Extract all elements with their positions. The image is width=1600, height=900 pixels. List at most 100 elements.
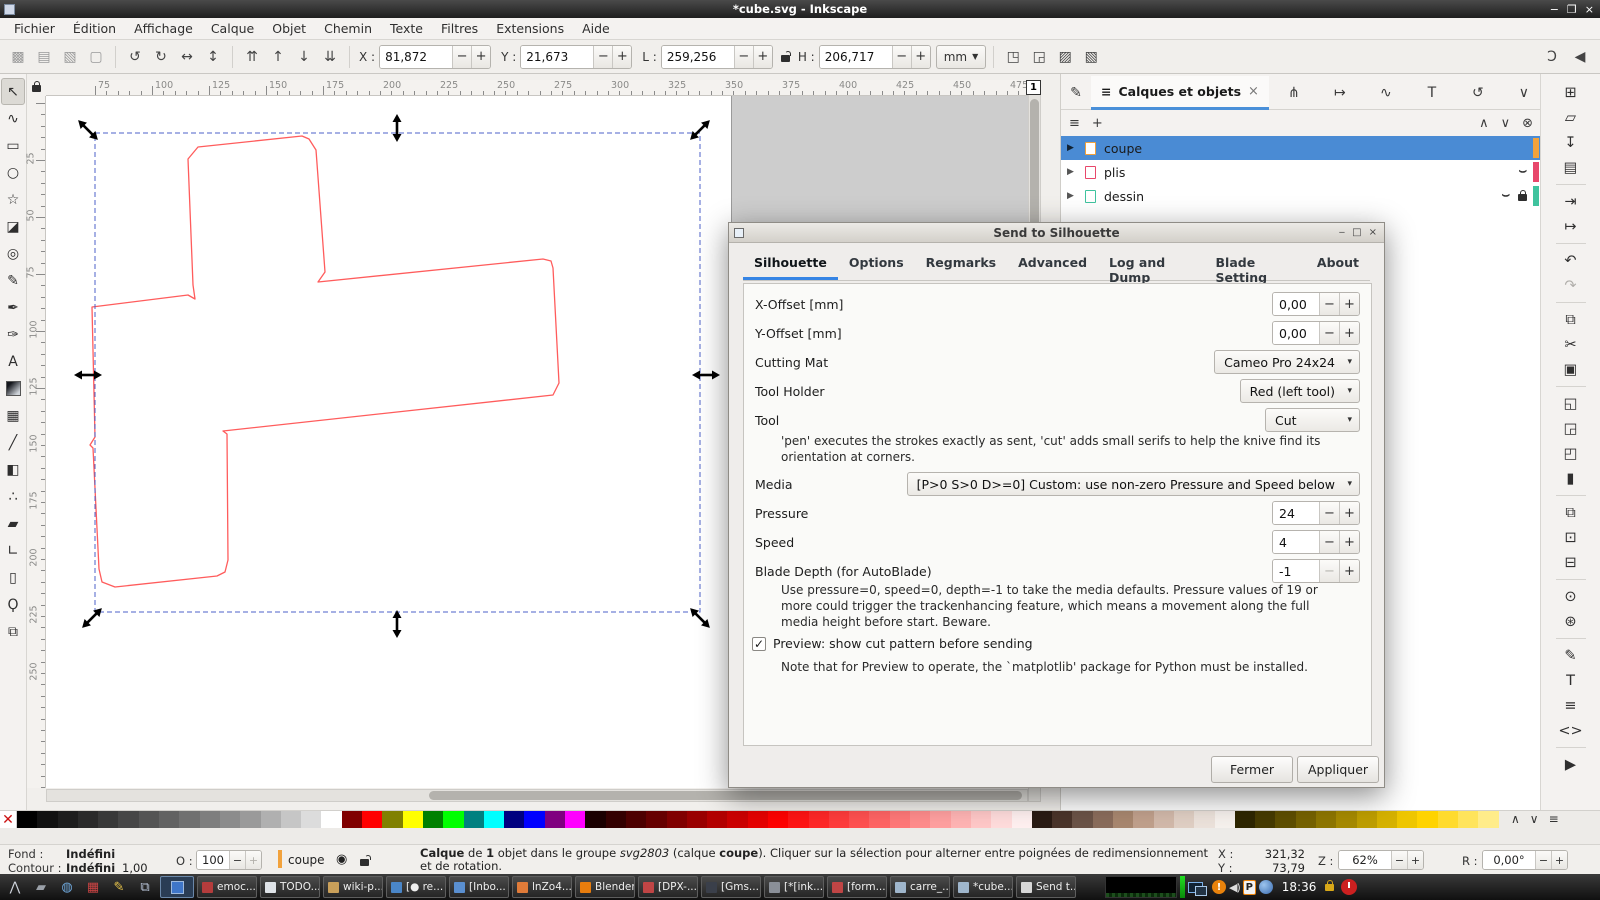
palette-swatch[interactable] bbox=[220, 811, 240, 828]
expander-icon[interactable]: ▶ bbox=[1067, 143, 1077, 153]
launcher-notes[interactable]: ✎ bbox=[107, 876, 131, 898]
palette-swatch[interactable] bbox=[829, 811, 849, 828]
maximize-button[interactable]: ❐ bbox=[1567, 3, 1577, 16]
deselect-icon[interactable]: ▧ bbox=[58, 45, 82, 69]
dialog-tab-regmarks[interactable]: Regmarks bbox=[915, 251, 1007, 280]
launcher-menu[interactable]: ⋀ bbox=[3, 876, 27, 898]
palette-swatch[interactable] bbox=[1336, 811, 1356, 828]
palette-swatch[interactable] bbox=[869, 811, 889, 828]
scale-pattern-toggle[interactable]: ▧ bbox=[1079, 45, 1103, 69]
minus-button[interactable]: − bbox=[1319, 502, 1339, 524]
selection-box-icon[interactable]: ▢ bbox=[84, 45, 108, 69]
cutting-mat-dropdown[interactable]: Cameo Pro 24x24 ▾ bbox=[1214, 350, 1360, 374]
preferences-icon[interactable]: ⋔ bbox=[1279, 80, 1309, 106]
star-tool[interactable]: ☆ bbox=[1, 186, 25, 213]
palette-swatch[interactable] bbox=[321, 811, 341, 828]
palette-swatch[interactable] bbox=[727, 811, 747, 828]
snap-toggle[interactable]: Ɔ bbox=[1540, 45, 1564, 69]
flip-vertical-icon[interactable]: ↕ bbox=[201, 45, 225, 69]
palette-swatch[interactable] bbox=[464, 811, 484, 828]
blade-depth-spinner[interactable]: -1 − + bbox=[1272, 559, 1360, 583]
palette-swatch[interactable] bbox=[37, 811, 57, 828]
x-position-spinner[interactable]: 81,872−+ bbox=[379, 45, 491, 69]
eraser-tool[interactable]: ▰ bbox=[1, 510, 25, 537]
layers-dialog-icon[interactable]: ≡ bbox=[1557, 693, 1585, 718]
taskbar-window-wikip[interactable]: wiki-p... bbox=[323, 876, 383, 898]
palette-swatch[interactable] bbox=[281, 811, 301, 828]
node-tool[interactable]: ∿ bbox=[1, 105, 25, 132]
palette-swatch[interactable] bbox=[443, 811, 463, 828]
warning-icon[interactable]: ! bbox=[1212, 876, 1226, 898]
palette-swatch[interactable] bbox=[971, 811, 991, 828]
display-settings-icon[interactable] bbox=[1188, 876, 1209, 898]
palette-swatch[interactable] bbox=[342, 811, 362, 828]
dialog-tab-log-and-dump[interactable]: Log and Dump bbox=[1098, 251, 1204, 280]
mesh-tool[interactable]: ▦ bbox=[1, 402, 25, 429]
taskbar-window-cube[interactable]: *cube... bbox=[953, 876, 1013, 898]
palette-swatch[interactable] bbox=[951, 811, 971, 828]
pages-tool[interactable]: ⧉ bbox=[1, 618, 25, 645]
expander-icon[interactable]: ▶ bbox=[1067, 167, 1077, 177]
palette-swatch[interactable] bbox=[1174, 811, 1194, 828]
rotate-ccw-icon[interactable]: ↺ bbox=[123, 45, 147, 69]
expand-icon[interactable]: ▶ bbox=[1557, 752, 1585, 777]
select-all-layers-icon[interactable]: ▤ bbox=[32, 45, 56, 69]
window-list-button[interactable] bbox=[160, 876, 194, 898]
palette-swatch[interactable] bbox=[504, 811, 524, 828]
plus-button[interactable]: + bbox=[1339, 531, 1359, 553]
launcher-screens[interactable]: ▦ bbox=[81, 876, 105, 898]
minus-button[interactable]: − bbox=[452, 46, 471, 68]
layer-visibility-icon[interactable]: ◉ bbox=[336, 852, 347, 867]
xoffset-spinner[interactable]: 0,00 − + bbox=[1272, 292, 1360, 316]
palette-swatch[interactable] bbox=[1357, 811, 1377, 828]
stroke-width-value[interactable]: 1,00 bbox=[122, 861, 148, 875]
palette-swatch[interactable] bbox=[991, 811, 1011, 828]
zoom-page-width-icon[interactable]: ▮ bbox=[1557, 466, 1585, 491]
text-icon[interactable]: T bbox=[1417, 80, 1447, 106]
close-dialog-button[interactable]: Fermer bbox=[1211, 756, 1293, 783]
palette-swatch[interactable] bbox=[565, 811, 585, 828]
plus-button[interactable]: + bbox=[1407, 851, 1423, 869]
palette-swatch[interactable] bbox=[1072, 811, 1092, 828]
menu-item-filtres[interactable]: Filtres bbox=[433, 19, 486, 38]
eye-closed-icon[interactable]: ⌣ bbox=[1518, 168, 1527, 176]
taskbar-window-lnzo4[interactable]: lnZo4... bbox=[512, 876, 572, 898]
menu-item-texte[interactable]: Texte bbox=[382, 19, 431, 38]
add-layer-icon[interactable]: + bbox=[1092, 116, 1103, 131]
power-icon[interactable] bbox=[1337, 876, 1361, 898]
close-button[interactable]: × bbox=[1585, 3, 1594, 16]
palette-swatch[interactable] bbox=[261, 811, 281, 828]
text-dialog-icon[interactable]: T bbox=[1557, 668, 1585, 693]
scale-gradient-toggle[interactable]: ▨ bbox=[1053, 45, 1077, 69]
ungroup-icon[interactable]: ⊛ bbox=[1557, 609, 1585, 634]
spiral-tool[interactable]: ◎ bbox=[1, 240, 25, 267]
ratio-lock-icon[interactable] bbox=[781, 47, 790, 66]
undo-icon[interactable]: ↶ bbox=[1557, 248, 1585, 273]
palette-swatch[interactable] bbox=[606, 811, 626, 828]
menu-item-chemin[interactable]: Chemin bbox=[316, 19, 380, 38]
save-icon[interactable]: ↧ bbox=[1557, 130, 1585, 155]
expander-icon[interactable]: ▶ bbox=[1067, 191, 1077, 201]
height-value[interactable]: 206,717 bbox=[820, 46, 892, 68]
lower-layer-icon[interactable]: ∨ bbox=[1501, 116, 1511, 131]
palette-swatch[interactable] bbox=[17, 811, 37, 828]
palette-swatch[interactable] bbox=[1458, 811, 1478, 828]
plus-button[interactable]: + bbox=[1339, 293, 1359, 315]
zoom-tool[interactable]: Ϙ bbox=[1, 591, 25, 618]
palette-swatch[interactable] bbox=[646, 811, 666, 828]
yoffset-value[interactable]: 0,00 bbox=[1273, 322, 1319, 344]
palette-swatch[interactable] bbox=[484, 811, 504, 828]
blade-depth-value[interactable]: -1 bbox=[1273, 560, 1319, 582]
calligraphy-tool[interactable]: ✒ bbox=[1, 294, 25, 321]
layer-row-plis[interactable]: ▶plis⌣ bbox=[1061, 160, 1541, 184]
palette-swatch[interactable] bbox=[1316, 811, 1336, 828]
minus-button[interactable]: − bbox=[1319, 322, 1339, 344]
palette-swatch[interactable] bbox=[362, 811, 382, 828]
dropper-tool[interactable]: ╱ bbox=[1, 429, 25, 456]
spray-tool[interactable]: ∴ bbox=[1, 483, 25, 510]
minus-button[interactable]: − bbox=[892, 46, 911, 68]
ellipse-tool[interactable]: ○ bbox=[1, 159, 25, 186]
dialog-minimize-button[interactable]: ‒ bbox=[1339, 227, 1345, 238]
raise-to-top-icon[interactable]: ⇈ bbox=[240, 45, 264, 69]
rectangle-tool[interactable]: ▭ bbox=[1, 132, 25, 159]
